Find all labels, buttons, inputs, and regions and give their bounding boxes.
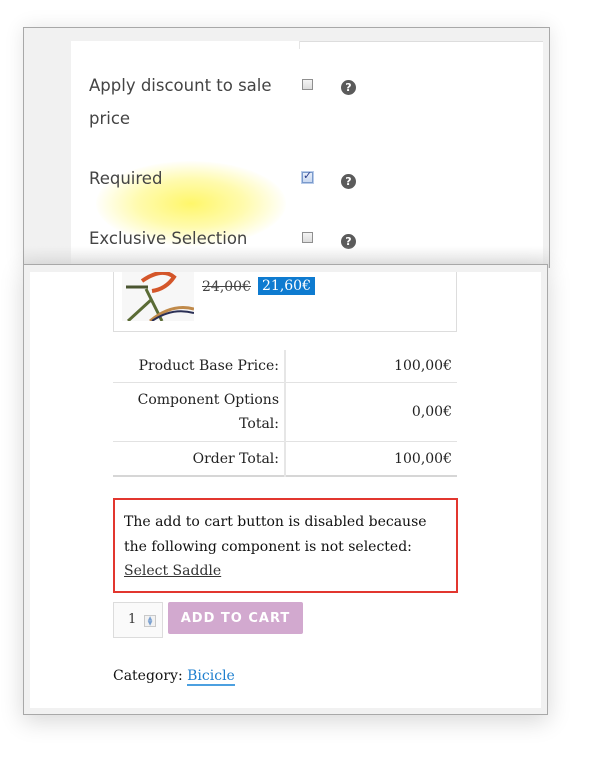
quantity-value: 1 [128, 612, 137, 627]
component-option-card[interactable]: Racing handlebars 24,00€ 21,60€ [113, 272, 457, 332]
option-label-required: Required [89, 169, 163, 188]
question-circle-icon[interactable]: ? [341, 80, 356, 95]
category-link[interactable]: Bicicle [187, 668, 235, 686]
base-price-label: Product Base Price: [113, 350, 286, 383]
options-total-value: 0,00€ [285, 382, 457, 442]
original-price: 24,00€ [202, 279, 251, 295]
question-circle-icon[interactable]: ? [341, 174, 356, 189]
required-checkbox[interactable] [302, 169, 313, 183]
tab-edge [299, 41, 300, 49]
add-to-cart-button[interactable]: ADD TO CART [168, 602, 303, 634]
order-total-value: 100,00€ [285, 441, 457, 476]
order-total-label: Order Total: [113, 441, 286, 476]
exclusive-selection-checkbox[interactable] [302, 232, 313, 243]
disabled-cart-notice: The add to cart button is disabled becau… [113, 498, 458, 593]
sale-price-badge: 21,60€ [258, 277, 315, 295]
quantity-input[interactable]: 1 ▲ ▼ [113, 602, 163, 638]
option-label-apply-discount: Apply discount to sale price [89, 76, 272, 128]
apply-discount-checkbox[interactable] [302, 79, 313, 90]
tab-divider [299, 41, 543, 42]
category-label: Category: [113, 668, 183, 684]
table-row: Product Base Price: 100,00€ [113, 350, 457, 383]
product-panel: Racing handlebars 24,00€ 21,60€ Product … [23, 264, 548, 715]
select-saddle-link[interactable]: Select Saddle [124, 563, 221, 579]
base-price-value: 100,00€ [394, 358, 452, 374]
settings-content: Apply discount to sale price ? Required … [71, 41, 543, 268]
product-category: Category: Bicicle [113, 668, 235, 686]
notice-text: The add to cart button is disabled becau… [124, 514, 427, 555]
settings-panel: Apply discount to sale price ? Required … [23, 27, 550, 268]
options-total-label: Component Options Total: [113, 382, 286, 442]
bicycle-handlebars-image [122, 272, 194, 321]
table-row: Order Total: 100,00€ [113, 441, 457, 476]
totals-table: Product Base Price: 100,00€ Component Op… [113, 350, 457, 477]
table-row: Component Options Total: 0,00€ [113, 382, 457, 442]
product-content: Racing handlebars 24,00€ 21,60€ Product … [30, 272, 541, 708]
quantity-stepper[interactable]: ▲ ▼ [144, 615, 156, 627]
